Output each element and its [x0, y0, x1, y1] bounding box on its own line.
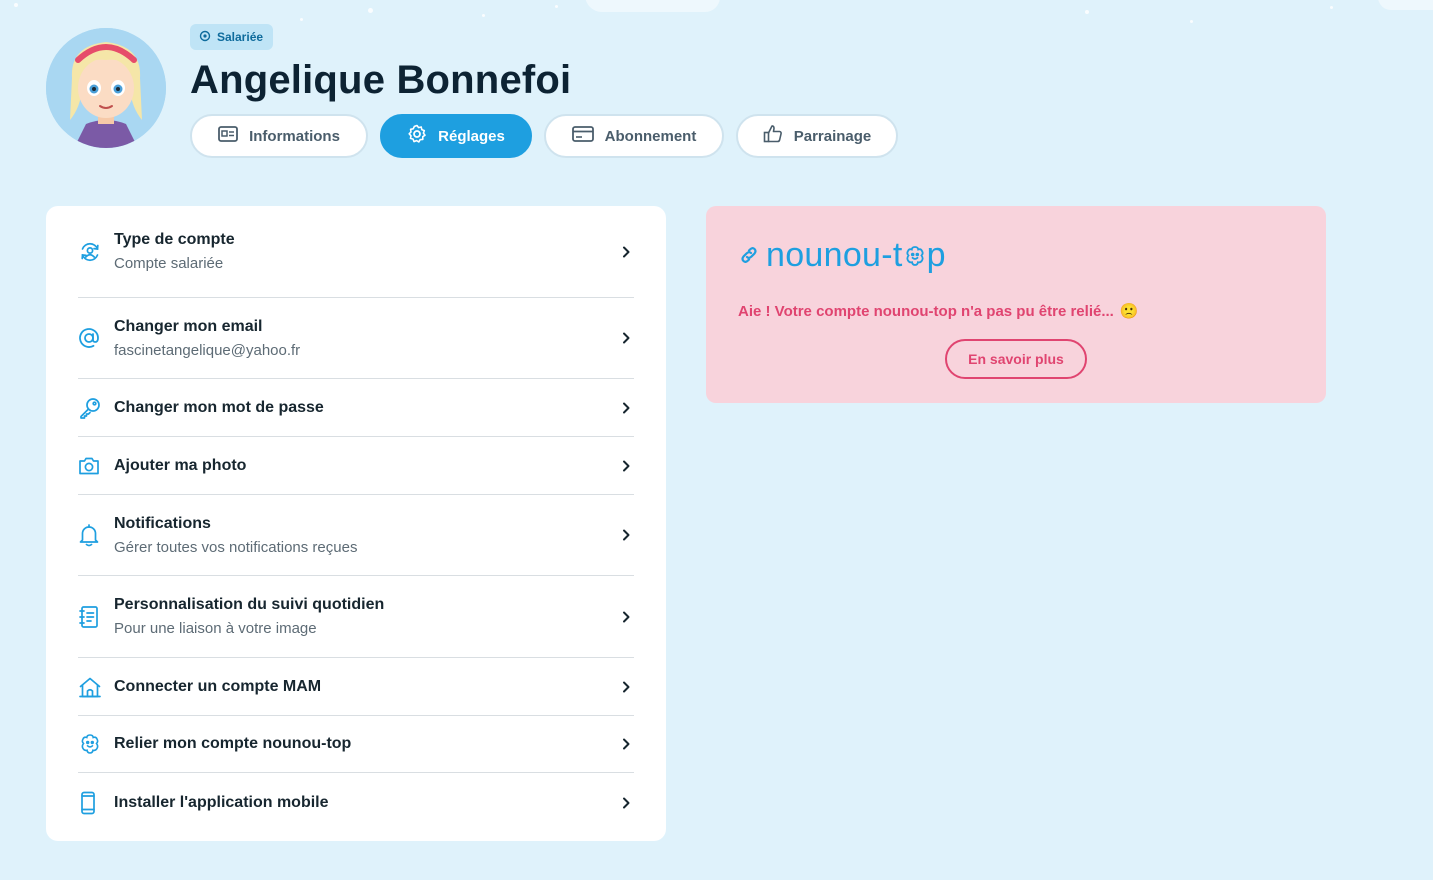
settings-item-password[interactable]: Changer mon mot de passe — [78, 379, 634, 437]
camera-icon — [78, 456, 114, 476]
settings-item-title: Connecter un compte MAM — [114, 677, 322, 695]
smartphone-icon — [78, 791, 114, 815]
role-badge: Salariée — [190, 24, 274, 50]
tab-reglages[interactable]: Réglages — [380, 114, 532, 158]
house-icon — [78, 676, 114, 698]
settings-item-title: Type de compte — [114, 231, 235, 248]
id-card-icon — [218, 126, 238, 146]
bell-icon — [78, 523, 114, 547]
settings-item-nounou-top[interactable]: Relier mon compte nounou-top — [78, 716, 634, 773]
settings-item-mam[interactable]: Connecter un compte MAM — [78, 658, 634, 716]
chevron-right-icon — [618, 738, 634, 750]
tab-parrainage[interactable]: Parrainage — [736, 114, 898, 158]
key-icon — [78, 396, 114, 420]
learn-more-button[interactable]: En savoir plus — [945, 339, 1087, 379]
sad-face-emoji: 🙁 — [1119, 303, 1139, 320]
tab-informations[interactable]: Informations — [190, 114, 368, 158]
chevron-right-icon — [618, 246, 634, 258]
chevron-right-icon — [618, 529, 634, 541]
page-title: Angelique Bonnefoi — [190, 58, 572, 102]
badge-label: Salariée — [217, 30, 264, 44]
settings-item-title: Changer mon mot de passe — [114, 398, 324, 416]
tab-label: Informations — [249, 127, 340, 145]
tab-abonnement[interactable]: Abonnement — [544, 114, 724, 158]
nounou-top-logo-text: nounou-t p — [766, 236, 946, 275]
settings-item-subtitle: Pour une liaison à votre image — [114, 620, 317, 637]
settings-item-title: Changer mon email — [114, 317, 263, 335]
settings-item-email[interactable]: Changer mon email fascinetangelique@yaho… — [78, 298, 634, 379]
link-icon — [738, 236, 760, 275]
settings-item-title: Ajouter ma photo — [114, 456, 247, 474]
settings-item-notifications[interactable]: Notifications Gérer toutes vos notificat… — [78, 495, 634, 576]
settings-item-subtitle: fascinetangelique@yahoo.fr — [114, 341, 301, 359]
chevron-right-icon — [618, 681, 634, 693]
settings-item-title: Relier mon compte nounou-top — [114, 735, 352, 752]
logo-text-part: nounou-t — [766, 236, 903, 274]
settings-card: Type de compte Compte salariée Changer m… — [46, 206, 666, 841]
thumbs-up-icon — [763, 124, 783, 148]
settings-item-suivi-quotidien[interactable]: Personnalisation du suivi quotidien Pour… — [78, 576, 634, 658]
profile-tabs: Informations Réglages Abonnement Parrain… — [190, 114, 898, 158]
settings-item-subtitle: Gérer toutes vos notifications reçues — [114, 538, 358, 556]
at-sign-icon — [78, 327, 114, 349]
notebook-icon — [78, 605, 114, 629]
tab-label: Parrainage — [793, 127, 872, 145]
settings-item-mobile-app[interactable]: Installer l'application mobile — [78, 773, 634, 833]
gear-icon — [407, 124, 427, 148]
chevron-right-icon — [618, 402, 634, 414]
account-switch-icon — [78, 240, 114, 264]
link-error-text: Aie ! Votre compte nounou-top n'a pas pu… — [738, 302, 1114, 320]
tab-label: Abonnement — [604, 127, 697, 145]
nounou-top-logo: nounou-t p — [738, 236, 946, 275]
flower-logo-icon — [903, 244, 927, 268]
settings-item-subtitle: Compte salariée — [114, 255, 224, 272]
chevron-right-icon — [618, 611, 634, 623]
chevron-right-icon — [618, 332, 634, 344]
flower-smile-icon — [78, 732, 114, 756]
settings-item-title: Personnalisation du suivi quotidien — [114, 596, 385, 613]
settings-item-type-de-compte[interactable]: Type de compte Compte salariée — [78, 206, 634, 298]
link-error-message: Aie ! Votre compte nounou-top n'a pas pu… — [738, 302, 1139, 321]
avatar — [46, 28, 166, 148]
logo-text-part: p — [926, 236, 946, 274]
settings-item-photo[interactable]: Ajouter ma photo — [78, 437, 634, 495]
settings-item-title: Notifications — [114, 514, 211, 532]
chevron-right-icon — [618, 460, 634, 472]
tab-label: Réglages — [438, 127, 505, 145]
nounou-top-card: nounou-t p Aie ! Votre compte nounou-top… — [706, 206, 1326, 403]
badge-icon — [199, 30, 211, 45]
settings-item-title: Installer l'application mobile — [114, 794, 329, 811]
credit-card-icon — [571, 126, 594, 146]
chevron-right-icon — [618, 797, 634, 809]
